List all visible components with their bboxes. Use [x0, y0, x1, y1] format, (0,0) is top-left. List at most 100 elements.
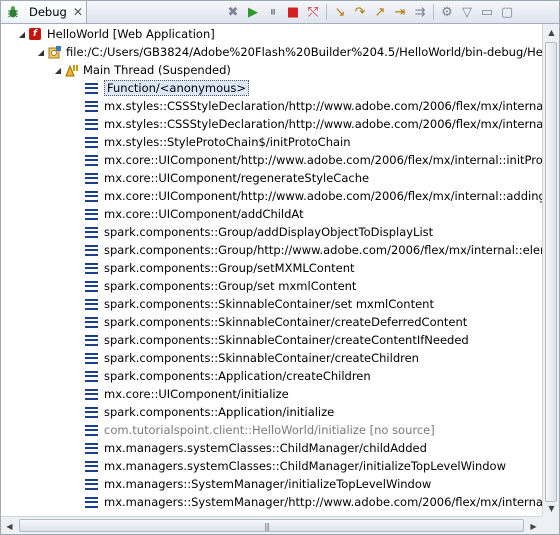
stack-frame-label: spark.components::Application/initialize	[104, 405, 335, 419]
view-menu-dropdown-icon[interactable]: ▽	[457, 3, 477, 21]
disconnect-icon[interactable]: ⤲	[303, 3, 323, 21]
thread-suspended-icon	[63, 62, 79, 78]
stack-frame-label: spark.components::SkinnableContainer/cre…	[104, 351, 419, 365]
stack-frame[interactable]: spark.components::Group/addDisplayObject…	[85, 223, 433, 241]
suspend-icon[interactable]: ⏸	[263, 3, 283, 21]
stack-frame-label: mx.core::UIComponent/initialize	[104, 387, 289, 401]
stack-frame[interactable]: mx.styles::StyleProtoChain$/initProtoCha…	[85, 133, 351, 151]
stack-frame-icon	[85, 424, 98, 436]
stack-frame-label: mx.styles::StyleProtoChain$/initProtoCha…	[104, 135, 351, 149]
stack-frame-label: spark.components::Group/addDisplayObject…	[104, 225, 434, 239]
collapse-icon[interactable]: ◢	[36, 48, 46, 57]
scroll-up-icon[interactable]: ▲	[543, 24, 559, 40]
close-icon[interactable]: ✕	[73, 5, 83, 19]
stack-frame-label: spark.components::Group/http://www.adobe…	[104, 243, 542, 257]
stack-frame-label: mx.managers::SystemManager/http://www.ad…	[104, 495, 542, 509]
drop-to-frame-icon[interactable]: ⇥	[390, 3, 410, 21]
debug-toolbar: ✖ ▶ ⏸ ■ ⤲ ↘ ↷ ↗ ⇥ ⇉ ⚙ ▽ ▭ ▢	[223, 3, 517, 21]
stack-frame-label: mx.core::UIComponent/regenerateStyleCach…	[104, 171, 370, 185]
launch-node[interactable]: ◢ f HelloWorld [Web Application]	[17, 25, 215, 43]
scroll-down-icon[interactable]: ▼	[543, 500, 559, 516]
stack-frame[interactable]: spark.components::Application/createChil…	[85, 367, 371, 385]
stack-frame[interactable]: spark.components::SkinnableContainer/cre…	[85, 313, 467, 331]
stack-frame[interactable]: mx.core::UIComponent/addChildAt	[85, 205, 304, 223]
stack-frame[interactable]: mx.styles::CSSStyleDeclaration/http://ww…	[85, 115, 542, 133]
stack-frame[interactable]: mx.core::UIComponent/http://www.adobe.co…	[85, 187, 542, 205]
stack-frame-icon	[85, 262, 98, 274]
stack-frame[interactable]: mx.core::UIComponent/http://www.adobe.co…	[85, 151, 542, 169]
horizontal-scroll-thumb[interactable]: |||	[19, 519, 524, 532]
stack-frame-label: spark.components::SkinnableContainer/cre…	[104, 333, 469, 347]
stack-frame[interactable]: mx.core::UIComponent/regenerateStyleCach…	[85, 169, 369, 187]
stack-frame[interactable]: Function/<anonymous>	[85, 79, 250, 97]
step-into-icon[interactable]: ↘	[330, 3, 350, 21]
stack-frame-icon	[85, 442, 98, 454]
stack-frame-icon	[85, 478, 98, 490]
tab-title: Debug	[29, 5, 67, 19]
scroll-right-icon[interactable]: ▶	[525, 518, 542, 534]
stack-frame-icon	[85, 244, 98, 256]
vertical-scroll-thumb[interactable]	[545, 42, 557, 502]
stack-frame-label: spark.components::Application/createChil…	[104, 369, 371, 383]
vertical-scrollbar[interactable]: ▲ ▼	[542, 24, 559, 516]
maximize-icon[interactable]: ▢	[497, 3, 517, 21]
stack-frame-label: mx.managers.systemClasses::ChildManager/…	[104, 459, 506, 473]
flex-app-icon: f	[27, 26, 43, 42]
step-over-icon[interactable]: ↷	[350, 3, 370, 21]
stack-frame-icon	[85, 118, 98, 130]
stack-frame-icon	[85, 226, 98, 238]
stack-frame-label: mx.styles::CSSStyleDeclaration/http://ww…	[104, 99, 542, 113]
stack-frame-label: mx.core::UIComponent/http://www.adobe.co…	[104, 153, 542, 167]
stack-frame-label: mx.core::UIComponent/addChildAt	[104, 207, 304, 221]
stack-frame-icon	[85, 100, 98, 112]
stack-frame-icon	[85, 460, 98, 472]
resume-icon[interactable]: ▶	[243, 3, 263, 21]
stack-frame-label: spark.components::Group/set mxmlContent	[104, 279, 357, 293]
scroll-left-icon[interactable]: ◀	[1, 518, 18, 534]
stack-frame[interactable]: spark.components::Group/set mxmlContent	[85, 277, 356, 295]
thread-node[interactable]: ◢ Main Thread (Suspended)	[53, 61, 231, 79]
stack-frame-label: mx.managers.systemClasses::ChildManager/…	[104, 441, 427, 455]
collapse-icon[interactable]: ◢	[53, 66, 63, 75]
thread-label: Main Thread (Suspended)	[83, 63, 231, 77]
bug-icon	[5, 4, 21, 20]
stack-frame-icon	[85, 316, 98, 328]
stack-frame[interactable]: spark.components::Group/http://www.adobe…	[85, 241, 542, 259]
debug-view: Debug ✕ ✖ ▶ ⏸ ■ ⤲ ↘ ↷ ↗ ⇥ ⇉ ⚙ ▽ ▭ ▢ ◢ f HelloWorld [W…	[0, 0, 560, 535]
stack-frame[interactable]: mx.core::UIComponent/initialize	[85, 385, 289, 403]
stack-frame-label: spark.components::SkinnableContainer/cre…	[104, 315, 468, 329]
stack-frame[interactable]: mx.managers::SystemManager/http://www.ad…	[85, 493, 542, 511]
stack-frame-icon	[85, 172, 98, 184]
remove-terminated-icon[interactable]: ✖	[223, 3, 243, 21]
launch-label: HelloWorld [Web Application]	[47, 27, 215, 41]
stack-frame[interactable]: mx.managers.systemClasses::ChildManager/…	[85, 457, 506, 475]
view-menu-icon[interactable]: ⚙	[437, 3, 457, 21]
stack-frame[interactable]: mx.styles::CSSStyleDeclaration/http://ww…	[85, 97, 542, 115]
stack-frame[interactable]: mx.managers.systemClasses::ChildManager/…	[85, 439, 427, 457]
toolbar-separator	[326, 4, 327, 20]
stack-frame-icon	[85, 190, 98, 202]
horizontal-scrollbar[interactable]: ◀ ||| ▶	[1, 516, 542, 534]
stack-frame[interactable]: spark.components::SkinnableContainer/set…	[85, 295, 434, 313]
stack-frame-label: mx.core::UIComponent/http://www.adobe.co…	[104, 189, 542, 203]
stack-frame[interactable]: spark.components::SkinnableContainer/cre…	[85, 331, 469, 349]
view-tab-bar: Debug ✕ ✖ ▶ ⏸ ■ ⤲ ↘ ↷ ↗ ⇥ ⇉ ⚙ ▽ ▭ ▢	[1, 1, 559, 24]
stack-frame-label: mx.managers::SystemManager/initializeTop…	[104, 477, 432, 491]
stack-frame-icon	[85, 334, 98, 346]
stack-frame-label: Function/<anonymous>	[104, 80, 250, 96]
process-node[interactable]: ◢ file:/C:/Users/GB3824/Adobe%20Flash%20…	[36, 43, 542, 61]
stack-frame[interactable]: mx.managers::SystemManager/initializeTop…	[85, 475, 431, 493]
terminate-icon[interactable]: ■	[283, 3, 303, 21]
stack-frame[interactable]: spark.components::SkinnableContainer/cre…	[85, 349, 419, 367]
debug-tab[interactable]: Debug ✕	[1, 1, 87, 23]
collapse-icon[interactable]: ◢	[17, 30, 27, 39]
stack-frame[interactable]: spark.components::Group/setMXMLContent	[85, 259, 355, 277]
use-step-filters-icon[interactable]: ⇉	[410, 3, 430, 21]
minimize-icon[interactable]: ▭	[477, 3, 497, 21]
stack-frame-icon	[85, 298, 98, 310]
step-return-icon[interactable]: ↗	[370, 3, 390, 21]
stack-frame[interactable]: spark.components::Application/initialize	[85, 403, 334, 421]
stack-frame-icon	[85, 208, 98, 220]
stack-frame-icon	[85, 388, 98, 400]
stack-frame[interactable]: com.tutorialspoint.client::HelloWorld/in…	[85, 421, 435, 439]
